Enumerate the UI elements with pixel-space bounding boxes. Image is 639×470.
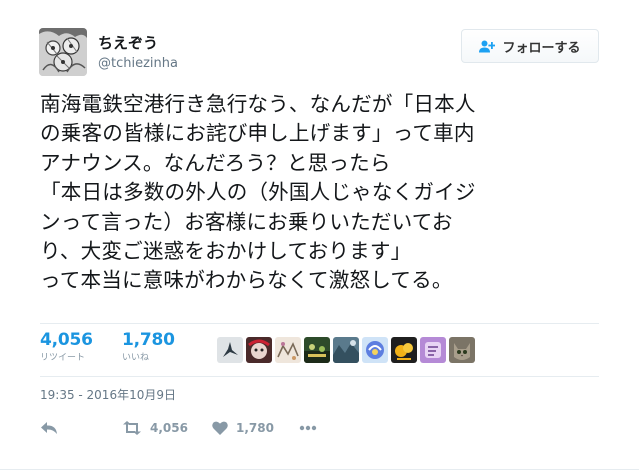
tweet-text-line: り、大変ご迷惑をおかけしております」 <box>40 239 412 264</box>
tweet-text-line: 南海電鉄空港行き急行なう、なんだが「日本人 <box>40 92 476 116</box>
tweet-card: ちえぞう @tchiezinha フォローする 南海電鉄空港行き急行なう、なんだ… <box>0 0 639 470</box>
avatar[interactable] <box>39 28 87 76</box>
timestamp[interactable]: 19:35 - 2016年10月9日 <box>40 388 176 403</box>
liker-avatar[interactable] <box>420 337 446 363</box>
reply-icon <box>40 421 58 435</box>
follow-button[interactable]: フォローする <box>461 29 599 63</box>
stats-divider-bottom <box>40 376 599 377</box>
follow-button-label: フォローする <box>502 40 581 56</box>
more-dots-icon <box>299 425 317 431</box>
tweet-actions: 4,056 1,780 <box>40 416 317 440</box>
retweet-button[interactable]: 4,056 <box>122 421 212 435</box>
liker-avatar[interactable] <box>391 337 417 363</box>
tweet-text-line: 「本日は多数の外人の（外国人じゃなくガイジ <box>40 180 476 205</box>
liker-avatar[interactable] <box>275 337 301 363</box>
reply-button[interactable] <box>40 421 122 435</box>
heart-icon <box>212 421 228 435</box>
liker-avatar[interactable] <box>304 337 330 363</box>
avatar-illustration <box>39 28 87 76</box>
liker-avatar[interactable] <box>333 337 359 363</box>
like-stat[interactable]: 1,780 いいね <box>122 330 175 365</box>
person-plus-icon <box>479 40 496 53</box>
retweet-icon <box>122 421 142 435</box>
liker-avatar[interactable] <box>246 337 272 363</box>
retweet-count: 4,056 <box>40 330 93 350</box>
tweet-text-line: の乗客の皆様にお詫び申し上げます」って車内 <box>40 121 475 146</box>
display-name[interactable]: ちえぞう <box>98 34 158 52</box>
retweet-action-count: 4,056 <box>150 421 188 435</box>
liker-avatars <box>217 337 475 363</box>
liker-avatar[interactable] <box>217 337 243 363</box>
tweet-text-line: アナウンス。なんだろう？と思ったら <box>40 150 391 175</box>
like-count: 1,780 <box>122 330 175 350</box>
tweet-text-line: って本当に意味がわからなくて激怒してる。 <box>40 268 453 293</box>
like-action-count: 1,780 <box>236 421 274 435</box>
like-button[interactable]: 1,780 <box>212 421 299 435</box>
like-label: いいね <box>122 353 150 363</box>
liker-avatar[interactable] <box>449 337 475 363</box>
retweet-stat[interactable]: 4,056 リツイート <box>40 330 93 365</box>
tweet-text: 南海電鉄空港行き急行なう、なんだが「日本人 の乗客の皆様にお詫び申し上げます」っ… <box>40 90 625 296</box>
more-button[interactable] <box>299 425 317 431</box>
screen-name[interactable]: @tchiezinha <box>98 56 178 72</box>
retweet-label: リツイート <box>40 353 86 363</box>
stats-divider-top <box>40 323 599 324</box>
liker-avatar[interactable] <box>362 337 388 363</box>
tweet-text-line: ンって言った）お客様にお乗りいただいてお <box>40 209 453 234</box>
